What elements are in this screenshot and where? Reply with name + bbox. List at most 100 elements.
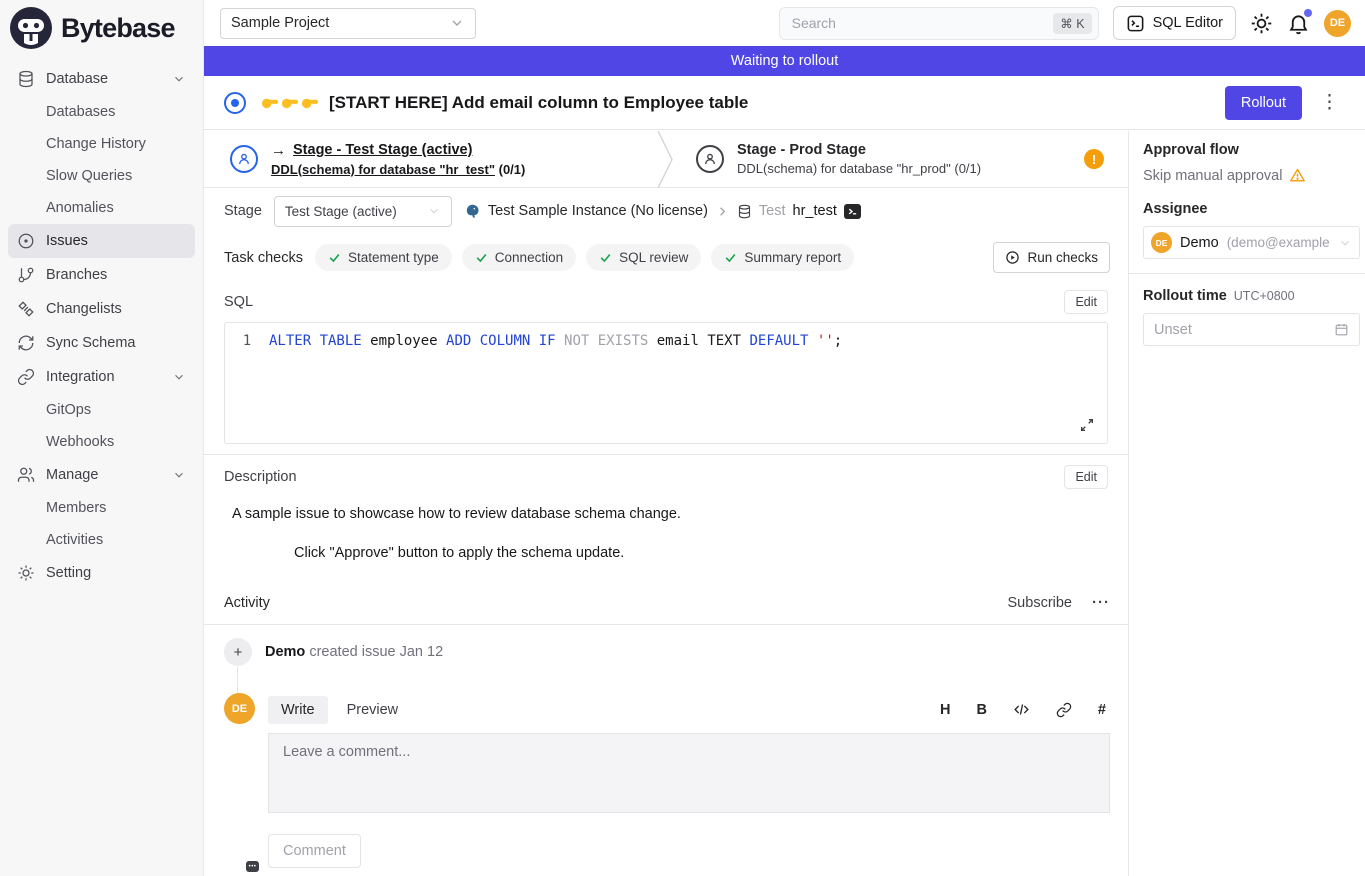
comment-tabs: Write Preview H B #: [268, 693, 1110, 726]
sql-editor-label: SQL Editor: [1153, 15, 1223, 31]
sql-editor-button[interactable]: SQL Editor: [1113, 6, 1236, 40]
notification-dot: [1304, 9, 1312, 17]
issue-main-column: → Stage - Test Stage (active) DDL(schema…: [204, 131, 1128, 876]
activity-entry: + Demo created issue Jan 12: [204, 625, 1128, 666]
sidebar-item-gitops[interactable]: GitOps: [8, 394, 195, 426]
notifications-bell-button[interactable]: [1287, 12, 1310, 35]
stage-task-text: DDL(schema) for database "hr_prod": [737, 161, 951, 176]
sidebar-item-anomalies[interactable]: Anomalies: [8, 192, 195, 224]
pointing-right-emoji: [260, 95, 319, 110]
chevron-down-icon: [172, 370, 186, 384]
description-edit-button[interactable]: Edit: [1064, 465, 1108, 489]
code-format-icon[interactable]: [1013, 701, 1030, 718]
stage-card-test[interactable]: → Stage - Test Stage (active) DDL(schema…: [204, 131, 656, 187]
run-checks-button[interactable]: Run checks: [993, 242, 1110, 273]
task-checks-label: Task checks: [224, 250, 303, 266]
timezone-label: UTC+0800: [1234, 289, 1295, 303]
activity-text: created issue Jan 12: [309, 644, 443, 660]
postgresql-icon: [464, 203, 481, 220]
rollout-time-picker[interactable]: Unset: [1143, 313, 1360, 346]
expand-fullscreen-icon[interactable]: [1079, 417, 1095, 433]
issue-sidebar-panel: Approval flow Skip manual approval Assig…: [1128, 131, 1365, 876]
assignee-select-dropdown[interactable]: DE Demo (demo@example: [1143, 226, 1360, 259]
check-pill-summary-report[interactable]: Summary report: [711, 244, 854, 271]
sql-statement: ALTER TABLE employee ADD COLUMN IF NOT E…: [269, 333, 842, 349]
sidebar-item-branches[interactable]: Branches: [8, 258, 195, 292]
stage-separator-chevron: [656, 131, 678, 187]
bold-format-icon[interactable]: B: [976, 702, 986, 718]
assignee-email: (demo@example: [1227, 235, 1330, 250]
activity-user[interactable]: Demo: [265, 644, 305, 660]
user-avatar[interactable]: DE: [1324, 10, 1351, 37]
sidebar-item-slow-queries[interactable]: Slow Queries: [8, 160, 195, 192]
pencil-ruler-icon: [17, 300, 35, 318]
subscribe-button[interactable]: Subscribe: [1008, 595, 1072, 611]
sql-section: SQL Edit 1 ALTER TABLE employee ADD COLU…: [204, 281, 1128, 454]
approval-flow-label: Approval flow: [1143, 142, 1360, 158]
project-select[interactable]: Sample Project: [220, 8, 476, 39]
heading-format-icon[interactable]: H: [940, 702, 950, 718]
gear-icon: [17, 564, 35, 582]
comment-bubble-badge-icon: •••: [246, 861, 259, 872]
stage-select-dropdown[interactable]: Test Stage (active): [274, 196, 452, 227]
settings-gear-button[interactable]: [1250, 12, 1273, 35]
sidebar-item-webhooks[interactable]: Webhooks: [8, 426, 195, 458]
assignee-avatar: DE: [1151, 232, 1172, 253]
comment-submit-button[interactable]: Comment: [268, 834, 361, 868]
check-success-icon: [475, 251, 488, 264]
sidebar-item-change-history[interactable]: Change History: [8, 128, 195, 160]
tab-write[interactable]: Write: [268, 696, 328, 724]
activity-more-menu-icon[interactable]: ···: [1092, 594, 1110, 611]
stage-name: Stage - Prod Stage: [737, 142, 866, 158]
sidebar-item-issues[interactable]: Issues: [8, 224, 195, 258]
format-toolbar: H B #: [940, 701, 1110, 718]
users-icon: [17, 466, 35, 484]
stage-cards-row: → Stage - Test Stage (active) DDL(schema…: [204, 131, 1128, 188]
comment-editor-block: DE ••• Write Preview H B #: [204, 666, 1128, 868]
terminal-icon: [1126, 14, 1145, 33]
description-title: Description: [224, 469, 297, 485]
sidebar-item-setting[interactable]: Setting: [8, 556, 195, 590]
hash-format-icon[interactable]: #: [1098, 702, 1106, 718]
open-sql-editor-icon[interactable]: [844, 204, 861, 219]
stage-task-count: (0/1): [954, 161, 981, 176]
database-name[interactable]: hr_test: [793, 203, 837, 219]
description-paragraph: A sample issue to showcase how to review…: [232, 506, 1108, 522]
check-success-icon: [328, 251, 341, 264]
search-box[interactable]: ⌘ K: [779, 7, 1099, 40]
instance-name[interactable]: Test Sample Instance (No license): [488, 203, 708, 219]
stage-card-prod[interactable]: Stage - Prod Stage DDL(schema) for datab…: [678, 131, 1128, 187]
database-icon: [17, 70, 35, 88]
sidebar-item-databases[interactable]: Databases: [8, 96, 195, 128]
sidebar-item-changelists[interactable]: Changelists: [8, 292, 195, 326]
sidebar-item-sync-schema[interactable]: Sync Schema: [8, 326, 195, 360]
comment-input[interactable]: [268, 733, 1110, 813]
sidebar-item-database[interactable]: Database: [8, 62, 195, 96]
brand-logo[interactable]: Bytebase: [0, 0, 203, 56]
activity-header: Activity Subscribe ···: [204, 581, 1128, 625]
assignee-name: Demo: [1180, 235, 1219, 251]
sidebar-item-activities[interactable]: Activities: [8, 524, 195, 556]
search-input[interactable]: [792, 15, 1046, 31]
kebab-menu-button[interactable]: ⋮: [1312, 91, 1347, 114]
check-pill-connection[interactable]: Connection: [462, 244, 576, 271]
link-format-icon[interactable]: [1056, 702, 1072, 718]
sidebar-item-integration[interactable]: Integration: [8, 360, 195, 394]
main-area: Sample Project ⌘ K SQL Editor DE Waiting…: [204, 0, 1365, 876]
page-title: [START HERE] Add email column to Employe…: [329, 93, 748, 113]
stage-select-value: Test Stage (active): [285, 204, 419, 219]
sql-edit-button[interactable]: Edit: [1064, 290, 1108, 314]
rollout-button[interactable]: Rollout: [1225, 86, 1302, 120]
sidebar-item-manage[interactable]: Manage: [8, 458, 195, 492]
chevron-down-icon: [449, 15, 465, 31]
activity-body: + Demo created issue Jan 12 DE ••• Write: [204, 625, 1128, 868]
stage-name[interactable]: Stage - Test Stage (active): [293, 142, 472, 158]
check-pill-statement-type[interactable]: Statement type: [315, 244, 452, 271]
check-pill-sql-review[interactable]: SQL review: [586, 244, 701, 271]
sql-code-editor[interactable]: 1 ALTER TABLE employee ADD COLUMN IF NOT…: [224, 322, 1108, 444]
warning-triangle-icon: [1289, 167, 1306, 184]
sidebar-item-members[interactable]: Members: [8, 492, 195, 524]
issue-circle-dot-icon: [17, 232, 35, 250]
tab-preview[interactable]: Preview: [334, 696, 412, 724]
stage-task-link[interactable]: DDL(schema) for database "hr_test": [271, 162, 495, 177]
